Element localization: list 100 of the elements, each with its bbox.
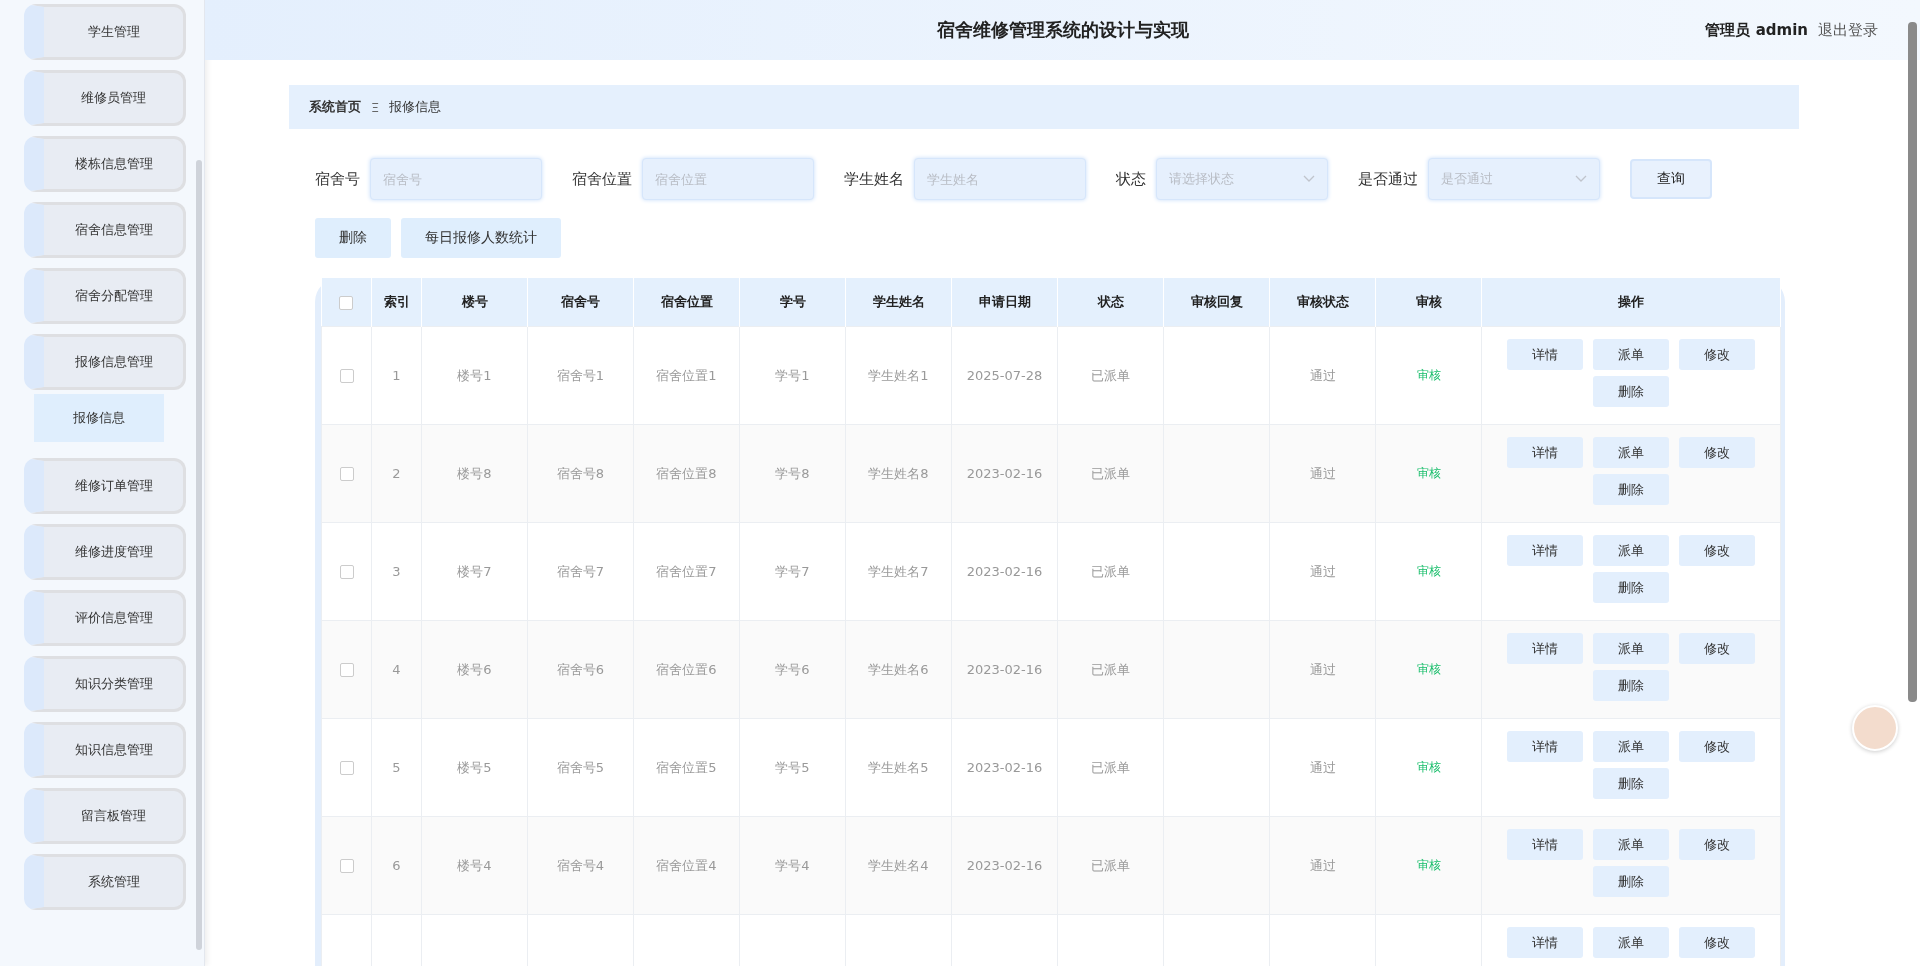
breadcrumb-separator: Ξ <box>371 99 380 115</box>
table-cell: 已派单 <box>1091 661 1130 677</box>
scrollbar[interactable] <box>1908 22 1917 702</box>
table-cell: 已派单 <box>1091 465 1130 481</box>
row-checkbox[interactable] <box>339 859 354 874</box>
row-action-button[interactable]: 修改 <box>1679 633 1755 664</box>
table-cell: 宿舍位置4 <box>656 857 717 873</box>
row-action-button[interactable]: 删除 <box>1593 376 1669 407</box>
filter-label: 学生姓名 <box>844 169 904 189</box>
row-action-button[interactable]: 修改 <box>1679 927 1755 958</box>
table-cell: 学生姓名8 <box>868 465 929 481</box>
table-cell: 学号4 <box>775 857 810 873</box>
select-all-checkbox[interactable] <box>339 295 354 310</box>
table-cell: 学生姓名1 <box>868 367 929 383</box>
column-header: 宿舍号 <box>527 278 634 327</box>
logout-link[interactable]: 退出登录 <box>1818 20 1878 40</box>
scrollbar[interactable] <box>196 160 202 950</box>
sidebar-item[interactable]: 维修进度管理 <box>24 524 186 580</box>
breadcrumb-home-link[interactable]: 系统首页 <box>309 98 361 116</box>
toolbar-button[interactable]: 每日报修人数统计 <box>401 218 561 258</box>
table-cell: 2023-02-16 <box>966 466 1043 481</box>
assistant-avatar[interactable] <box>1852 705 1898 751</box>
sidebar-item[interactable]: 评价信息管理 <box>24 590 186 646</box>
sidebar-item[interactable]: 维修订单管理 <box>24 458 186 514</box>
sidebar-item[interactable]: 系统管理 <box>24 854 186 910</box>
table-cell: 宿舍位置5 <box>656 759 717 775</box>
row-action-button[interactable]: 派单 <box>1593 339 1669 370</box>
row-action-button[interactable]: 派单 <box>1593 829 1669 860</box>
table-cell: 已派单 <box>1091 563 1130 579</box>
row-action-button[interactable]: 详情 <box>1507 927 1583 958</box>
table-cell: 宿舍号1 <box>556 367 605 383</box>
sidebar-item[interactable]: 知识信息管理 <box>24 722 186 778</box>
sidebar-item[interactable]: 留言板管理 <box>24 788 186 844</box>
row-action-button[interactable]: 派单 <box>1593 927 1669 958</box>
sidebar-item[interactable]: 宿舍分配管理 <box>24 268 186 324</box>
row-action-button[interactable]: 派单 <box>1593 731 1669 762</box>
sidebar-item[interactable]: 报修信息管理 <box>24 334 186 390</box>
row-checkbox[interactable] <box>339 663 354 678</box>
table-cell: 通过 <box>1309 563 1336 579</box>
breadcrumb-current: 报修信息 <box>389 98 442 116</box>
row-action-button[interactable]: 详情 <box>1507 829 1583 860</box>
column-header: 楼号 <box>421 278 528 327</box>
row-action-button[interactable]: 详情 <box>1507 633 1583 664</box>
table-cell: 宿舍号7 <box>556 563 605 579</box>
row-action-button[interactable]: 派单 <box>1593 633 1669 664</box>
table-cell: 学生姓名6 <box>868 661 929 677</box>
column-header: 审核 <box>1375 278 1482 327</box>
sidebar-item[interactable]: 维修员管理 <box>24 70 186 126</box>
sidebar-subitem[interactable]: 报修信息 <box>34 394 164 442</box>
row-checkbox[interactable] <box>339 565 354 580</box>
row-action-button[interactable]: 删除 <box>1593 670 1669 701</box>
row-action-button[interactable]: 修改 <box>1679 731 1755 762</box>
row-action-button[interactable]: 修改 <box>1679 535 1755 566</box>
table-cell: 通过 <box>1309 759 1336 775</box>
column-header: 宿舍位置 <box>633 278 740 327</box>
table-cell: 宿舍号6 <box>556 661 605 677</box>
column-header: 审核回复 <box>1163 278 1270 327</box>
row-action-button[interactable]: 详情 <box>1507 437 1583 468</box>
row-action-button[interactable]: 修改 <box>1679 339 1755 370</box>
table-cell: 3 <box>392 564 401 579</box>
table-cell: 1 <box>392 368 401 383</box>
row-action-button[interactable]: 修改 <box>1679 437 1755 468</box>
table-cell: 楼号5 <box>457 759 492 775</box>
row-action-button[interactable]: 派单 <box>1593 437 1669 468</box>
row-action-button[interactable]: 删除 <box>1593 572 1669 603</box>
table-cell: 已派单 <box>1091 367 1130 383</box>
table-cell: 通过 <box>1309 465 1336 481</box>
toolbar-button[interactable]: 删除 <box>315 218 391 258</box>
user-name: 管理员 admin <box>1705 20 1808 40</box>
row-action-button[interactable]: 详情 <box>1507 339 1583 370</box>
table-cell: 已派单 <box>1091 857 1130 873</box>
sidebar-item[interactable]: 楼栋信息管理 <box>24 136 186 192</box>
row-action-button[interactable]: 派单 <box>1593 535 1669 566</box>
row-action-button[interactable]: 删除 <box>1593 474 1669 505</box>
row-action-button[interactable]: 详情 <box>1507 535 1583 566</box>
table-cell: 已派单 <box>1091 759 1130 775</box>
row-checkbox[interactable] <box>339 761 354 776</box>
table-cell: 学生姓名7 <box>868 563 929 579</box>
table-cell: 学号1 <box>775 367 810 383</box>
sidebar-item[interactable]: 学生管理 <box>24 4 186 60</box>
filter-label: 宿舍位置 <box>572 169 632 189</box>
column-header: 状态 <box>1057 278 1164 327</box>
table-cell: 4 <box>392 662 401 677</box>
sidebar-item[interactable]: 知识分类管理 <box>24 656 186 712</box>
row-action-button[interactable]: 删除 <box>1593 768 1669 799</box>
table-cell: 宿舍位置7 <box>656 563 717 579</box>
table-cell: 2023-02-16 <box>966 858 1043 873</box>
table-cell: 学生姓名4 <box>868 857 929 873</box>
query-button[interactable]: 查询 <box>1630 159 1712 199</box>
row-action-button[interactable]: 详情 <box>1507 731 1583 762</box>
column-header: 申请日期 <box>951 278 1058 327</box>
row-checkbox[interactable] <box>339 467 354 482</box>
table-cell: 楼号6 <box>457 661 492 677</box>
row-action-button[interactable]: 修改 <box>1679 829 1755 860</box>
table-cell: 学号8 <box>775 465 810 481</box>
sidebar-item[interactable]: 宿舍信息管理 <box>24 202 186 258</box>
column-header: 学生姓名 <box>845 278 952 327</box>
filter-label: 宿舍号 <box>315 169 360 189</box>
row-checkbox[interactable] <box>339 369 354 384</box>
row-action-button[interactable]: 删除 <box>1593 866 1669 897</box>
